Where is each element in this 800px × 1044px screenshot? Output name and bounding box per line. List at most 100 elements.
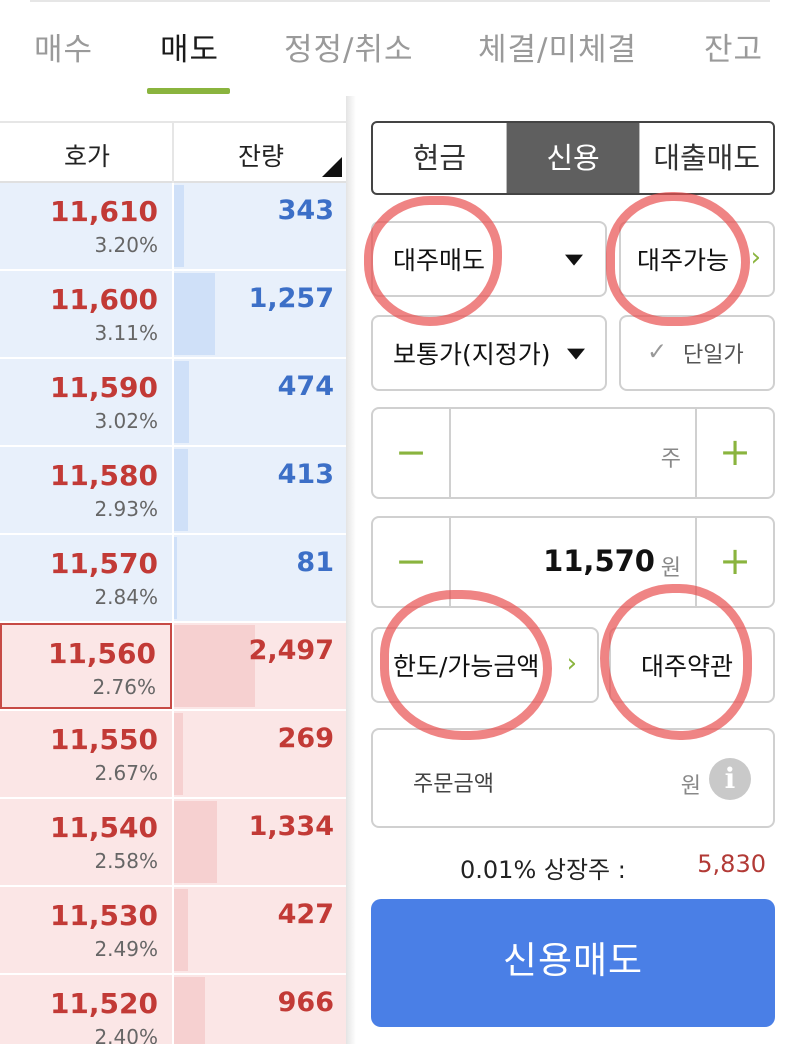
loan-terms-button[interactable]: 대주약관 [609,627,775,703]
price-value: 11,560 [47,637,156,670]
info-icon[interactable]: i [709,758,751,800]
tab-executions[interactable]: 체결/미체결 [478,24,637,69]
price-type-dropdown[interactable]: 보통가(지정가) [371,315,607,391]
price-value: 11,530 [49,899,158,932]
tab-modify-cancel[interactable]: 정정/취소 [284,24,414,69]
loan-type-label: 대주매도 [393,246,486,275]
volume-value: 343 [277,195,334,226]
volume-value: 427 [277,899,334,930]
column-divider [172,711,174,799]
order-amount-label: 주문금액 [413,772,494,797]
orderbook-row[interactable]: 11,570 2.84% 81 [0,535,346,623]
orderbook-row[interactable]: 11,520 2.40% 966 [0,975,346,1044]
order-amount-unit: 원 [680,774,701,799]
sort-corner-icon[interactable] [322,157,342,177]
price-value: 11,570 [49,547,158,580]
volume-cell[interactable]: 474 [174,359,346,445]
limit-amount-label: 한도/가능금액 [393,652,540,681]
volume-bar [174,449,188,531]
change-percent: 2.58% [94,849,158,873]
orderbook-row[interactable]: 11,600 3.11% 1,257 [0,271,346,359]
volume-value: 966 [277,987,334,1018]
orderbook-row[interactable]: 11,610 3.20% 343 [0,183,346,271]
price-cell[interactable]: 11,610 3.20% [0,183,172,269]
column-divider [172,887,174,975]
orderbook-row[interactable]: 11,530 2.49% 427 [0,887,346,975]
orderbook-row[interactable]: 11,540 2.58% 1,334 [0,799,346,887]
volume-cell[interactable]: 2,497 [174,623,346,709]
orderbook-row[interactable]: 11,590 3.02% 474 [0,359,346,447]
chevron-down-icon [567,348,585,360]
segment-credit[interactable]: 신용 [505,123,640,193]
change-percent: 2.40% [94,1025,158,1044]
volume-cell[interactable]: 1,334 [174,799,346,885]
change-percent: 2.67% [94,761,158,785]
orderbook-row[interactable]: 11,550 2.67% 269 [0,711,346,799]
volume-value: 1,334 [248,811,334,842]
orderbook-row[interactable]: 11,560 2.76% 2,497 [0,623,346,711]
column-divider [172,535,174,623]
price-type-label: 보통가(지정가) [393,340,551,369]
price-value: 11,600 [49,283,158,316]
panel-shadow [346,96,356,1044]
price-cell[interactable]: 11,530 2.49% [0,887,172,973]
price-cell[interactable]: 11,560 2.76% [0,623,172,709]
price-unit: 원 [660,556,681,581]
tab-sell[interactable]: 매도 [160,24,219,69]
quantity-increase-button[interactable]: + [695,409,773,497]
price-cell[interactable]: 11,590 3.02% [0,359,172,445]
loan-available-button[interactable]: 대주가능 › [619,221,775,297]
volume-bar [174,537,177,619]
change-percent: 2.93% [94,497,158,521]
segment-loan-sell[interactable]: 대출매도 [639,123,773,193]
column-divider [172,623,174,711]
volume-cell[interactable]: 413 [174,447,346,533]
price-cell[interactable]: 11,520 2.40% [0,975,172,1044]
change-percent: 3.02% [94,409,158,433]
price-value: 11,590 [49,371,158,404]
volume-bar [174,713,183,795]
change-percent: 3.11% [94,321,158,345]
tab-balance[interactable]: 잔고 [704,24,763,69]
volume-cell[interactable]: 1,257 [174,271,346,357]
volume-column-header[interactable]: 잔량 [238,137,284,173]
order-type-segment: 현금 신용 대출매도 [371,121,775,195]
volume-bar [174,889,188,971]
volume-bar [174,273,215,355]
column-divider [172,975,174,1044]
price-cell[interactable]: 11,580 2.93% [0,447,172,533]
price-value: 11,520 [49,987,158,1020]
price-cell[interactable]: 11,570 2.84% [0,535,172,621]
single-price-toggle[interactable]: ✓ 단일가 [619,315,775,391]
limit-amount-button[interactable]: 한도/가능금액 › [371,627,599,703]
active-tab-indicator [147,88,230,94]
segment-cash[interactable]: 현금 [373,123,506,193]
price-cell[interactable]: 11,550 2.67% [0,711,172,797]
volume-cell[interactable]: 343 [174,183,346,269]
volume-cell[interactable]: 81 [174,535,346,621]
chevron-right-icon: › [750,242,761,273]
quantity-decrease-button[interactable]: − [373,409,451,497]
volume-bar [174,625,255,707]
volume-cell[interactable]: 427 [174,887,346,973]
order-tabs: 매수 매도 정정/취소 체결/미체결 잔고 [0,14,800,94]
price-input[interactable]: 11,570 [543,544,655,578]
volume-value: 1,257 [248,283,334,314]
order-amount-field: 주문금액 원 i [371,728,775,828]
volume-cell[interactable]: 966 [174,975,346,1044]
price-decrease-button[interactable]: − [373,518,451,606]
chevron-right-icon: › [566,648,577,679]
volume-bar [174,361,189,443]
volume-value: 269 [277,723,334,754]
loan-type-dropdown[interactable]: 대주매도 [371,221,607,297]
volume-bar [174,185,184,267]
column-divider [172,447,174,535]
price-increase-button[interactable]: + [695,518,773,606]
orderbook-row[interactable]: 11,580 2.93% 413 [0,447,346,535]
tab-buy[interactable]: 매수 [34,24,93,69]
price-cell[interactable]: 11,540 2.58% [0,799,172,885]
price-cell[interactable]: 11,600 3.11% [0,271,172,357]
credit-sell-button[interactable]: 신용매도 [371,899,775,1027]
volume-cell[interactable]: 269 [174,711,346,797]
header-divider [172,123,174,183]
